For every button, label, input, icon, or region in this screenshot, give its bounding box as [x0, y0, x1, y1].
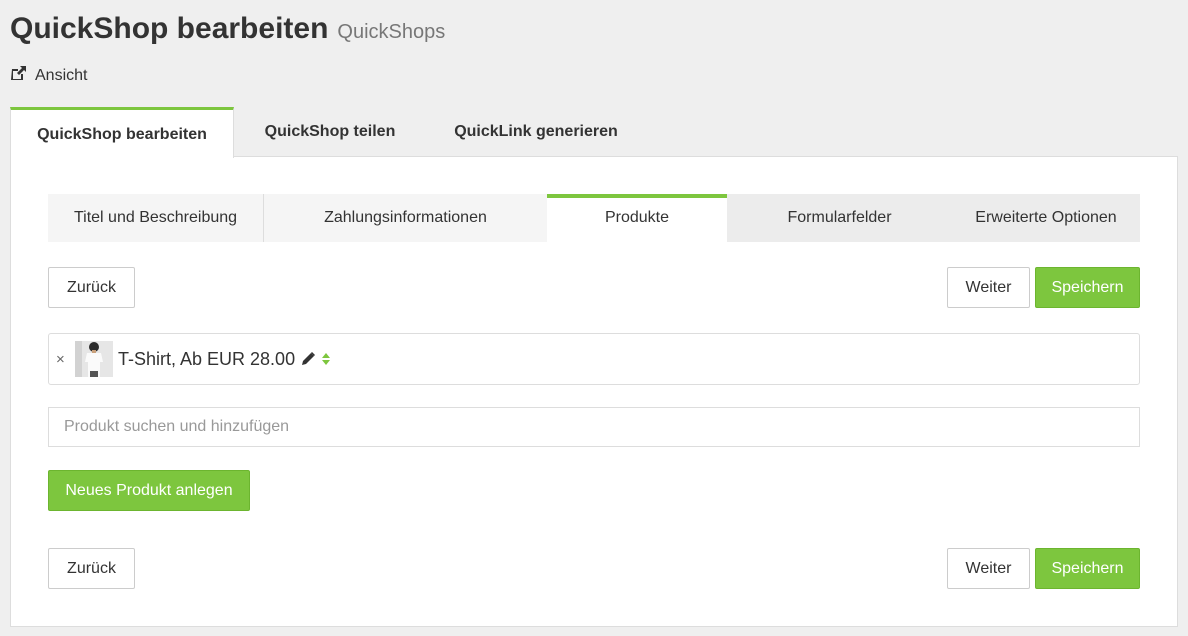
back-button-bottom[interactable]: Zurück	[48, 548, 135, 589]
sub-tabs: Titel und Beschreibung Zahlungsinformati…	[48, 194, 1140, 242]
next-button-bottom[interactable]: Weiter	[947, 548, 1030, 589]
sort-arrows-icon[interactable]	[321, 351, 331, 367]
product-thumbnail	[75, 341, 113, 377]
page-subtitle: QuickShops	[337, 21, 446, 43]
tab-quicklink-generate[interactable]: QuickLink generieren	[426, 107, 646, 157]
product-label: T-Shirt, Ab EUR 28.00	[118, 348, 296, 369]
subtab-advanced-options[interactable]: Erweiterte Optionen	[952, 194, 1140, 242]
pencil-icon[interactable]	[300, 351, 316, 367]
tab-quickshop-share[interactable]: QuickShop teilen	[234, 107, 426, 157]
subtab-products[interactable]: Produkte	[547, 194, 727, 242]
page-title: QuickShop bearbeiten	[10, 12, 329, 45]
back-button-top[interactable]: Zurück	[48, 267, 135, 308]
main-tabs: QuickShop bearbeiten QuickShop teilen Qu…	[10, 107, 646, 158]
product-search-input[interactable]	[48, 407, 1140, 447]
page-header: QuickShop bearbeiten QuickShops	[10, 12, 445, 46]
save-button-bottom[interactable]: Speichern	[1035, 548, 1140, 589]
tab-quickshop-edit[interactable]: QuickShop bearbeiten	[10, 107, 234, 158]
view-link-label: Ansicht	[35, 66, 88, 84]
subtab-form-fields[interactable]: Formularfelder	[727, 194, 952, 242]
external-link-icon	[10, 65, 35, 86]
view-link[interactable]: Ansicht	[10, 65, 87, 86]
subtab-payment-info[interactable]: Zahlungsinformationen	[264, 194, 547, 242]
new-product-button[interactable]: Neues Produkt anlegen	[48, 470, 250, 511]
close-icon[interactable]: ×	[56, 351, 68, 368]
main-panel: Titel und Beschreibung Zahlungsinformati…	[10, 156, 1178, 627]
next-button-top[interactable]: Weiter	[947, 267, 1030, 308]
product-list: × T-Shirt, Ab EUR 28.00	[48, 333, 1140, 385]
save-button-top[interactable]: Speichern	[1035, 267, 1140, 308]
subtab-title-description[interactable]: Titel und Beschreibung	[48, 194, 264, 242]
